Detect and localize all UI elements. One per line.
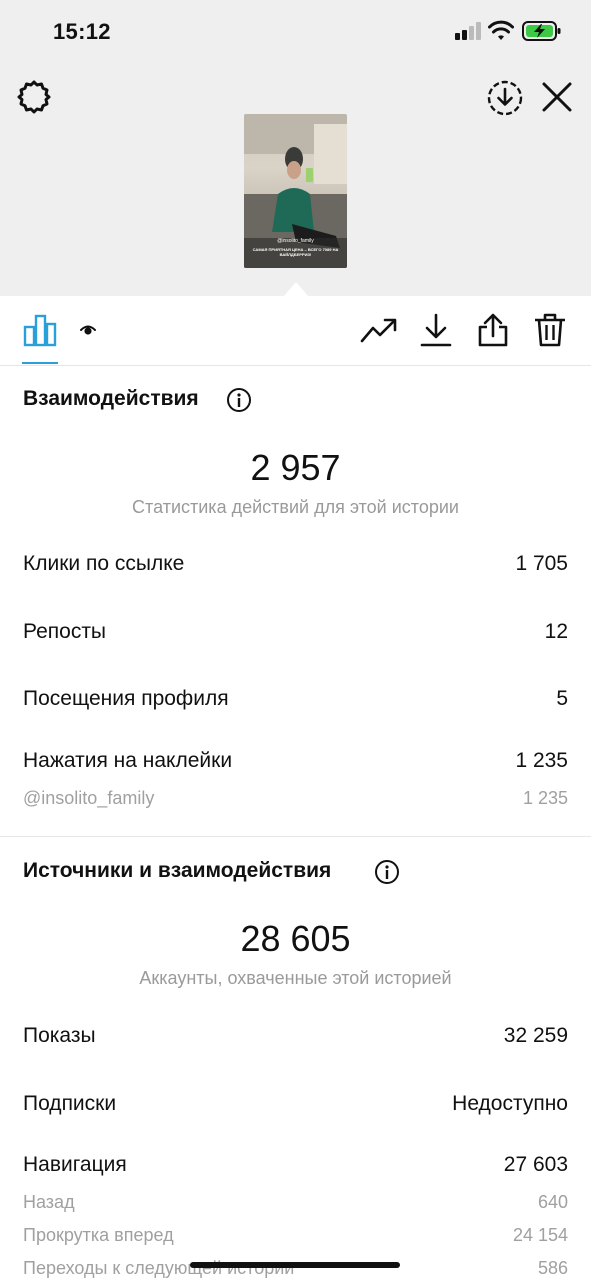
- save-story-button[interactable]: [484, 77, 526, 119]
- tab-viewers[interactable]: [68, 310, 108, 350]
- stat-subvalue: 24 154: [512, 1225, 568, 1245]
- cellular-signal-icon: [455, 22, 481, 40]
- stat-label: Посещения профиля: [23, 687, 229, 710]
- stat-subvalue: 1 235: [522, 788, 568, 808]
- stat-value: 32 259: [503, 1024, 568, 1047]
- settings-button[interactable]: [14, 77, 54, 117]
- close-button[interactable]: [537, 77, 577, 117]
- stat-row-profile-visits: Посещения профиля 5: [23, 687, 568, 711]
- active-tab-indicator: [22, 362, 58, 364]
- close-icon: [542, 82, 572, 112]
- stat-label: Клики по ссылке: [23, 552, 185, 575]
- interactions-caption: Статистика действий для этой истории: [132, 497, 459, 517]
- promote-button[interactable]: [359, 310, 399, 350]
- home-indicator[interactable]: [190, 1262, 400, 1268]
- section-divider: [0, 836, 591, 837]
- thumbnail-pointer: [284, 282, 308, 296]
- share-button[interactable]: [473, 310, 513, 350]
- discovery-title: Источники и взаимодействия: [23, 859, 332, 882]
- stat-sublabel: Назад: [23, 1192, 75, 1212]
- bar-chart-icon: [23, 314, 57, 347]
- status-time: 15:12: [53, 19, 111, 44]
- stat-subrow-sticker-mention: @insolito_family 1 235: [23, 788, 568, 809]
- stat-value: 1 705: [515, 552, 568, 575]
- discovery-caption: Аккаунты, охваченные этой историей: [139, 968, 452, 988]
- battery-charging-icon: [522, 21, 561, 41]
- stat-subrow-back: Назад 640: [23, 1192, 568, 1213]
- stat-value: 5: [556, 687, 568, 710]
- discovery-total: 28 605: [240, 918, 351, 959]
- trending-icon: [360, 318, 397, 343]
- interactions-total: 2 957: [250, 447, 341, 488]
- stat-label: Нажатия на наклейки: [23, 749, 233, 772]
- stat-sublabel: Прокрутка вперед: [23, 1225, 174, 1245]
- gear-icon: [17, 80, 51, 114]
- wifi-icon: [488, 20, 514, 40]
- stat-subvalue: 640: [537, 1192, 568, 1212]
- delete-button[interactable]: [530, 310, 570, 350]
- info-icon[interactable]: [226, 387, 252, 413]
- story-caption: САМАЯ ПРИЯТНАЯ ЦЕНА – ВСЕГО 7089 НА ВАЙЛ…: [252, 247, 339, 257]
- stat-value: 12: [544, 620, 568, 643]
- download-button[interactable]: [416, 310, 456, 350]
- download-circle-icon: [487, 80, 523, 116]
- stat-row-sticker-taps: Нажатия на наклейки 1 235: [23, 749, 568, 773]
- story-toolbar: [0, 296, 591, 366]
- stat-value: Недоступно: [452, 1092, 568, 1115]
- stat-row-impressions: Показы 32 259: [23, 1024, 568, 1048]
- download-icon: [420, 313, 452, 347]
- story-preview-area: 15:12 @insolito_family САМАЯ ПРИЯТНАЯ ЦЕ…: [0, 0, 591, 296]
- trash-icon: [535, 313, 565, 347]
- share-icon: [478, 313, 508, 347]
- stat-label: Показы: [23, 1024, 96, 1047]
- story-image: [244, 114, 347, 268]
- story-username: @insolito_family: [277, 238, 314, 244]
- stat-subrow-forward: Прокрутка вперед 24 154: [23, 1225, 568, 1246]
- interactions-title: Взаимодействия: [23, 387, 199, 410]
- stat-label: Репосты: [23, 620, 107, 643]
- stat-value: 1 235: [515, 749, 568, 772]
- info-icon[interactable]: [374, 859, 400, 885]
- stat-row-navigation: Навигация 27 603: [23, 1153, 568, 1177]
- stat-value: 27 603: [503, 1153, 568, 1176]
- eye-icon: [80, 325, 96, 335]
- stat-row-follows: Подписки Недоступно: [23, 1092, 568, 1116]
- stat-label: Подписки: [23, 1092, 117, 1115]
- stat-row-shares: Репосты 12: [23, 620, 568, 644]
- stat-subvalue: 586: [537, 1258, 568, 1278]
- story-thumbnail[interactable]: @insolito_family САМАЯ ПРИЯТНАЯ ЦЕНА – В…: [244, 114, 347, 268]
- stat-sublabel: @insolito_family: [23, 788, 155, 808]
- stat-row-link-clicks: Клики по ссылке 1 705: [23, 552, 568, 576]
- tab-insights[interactable]: [20, 310, 60, 350]
- stat-label: Навигация: [23, 1153, 127, 1176]
